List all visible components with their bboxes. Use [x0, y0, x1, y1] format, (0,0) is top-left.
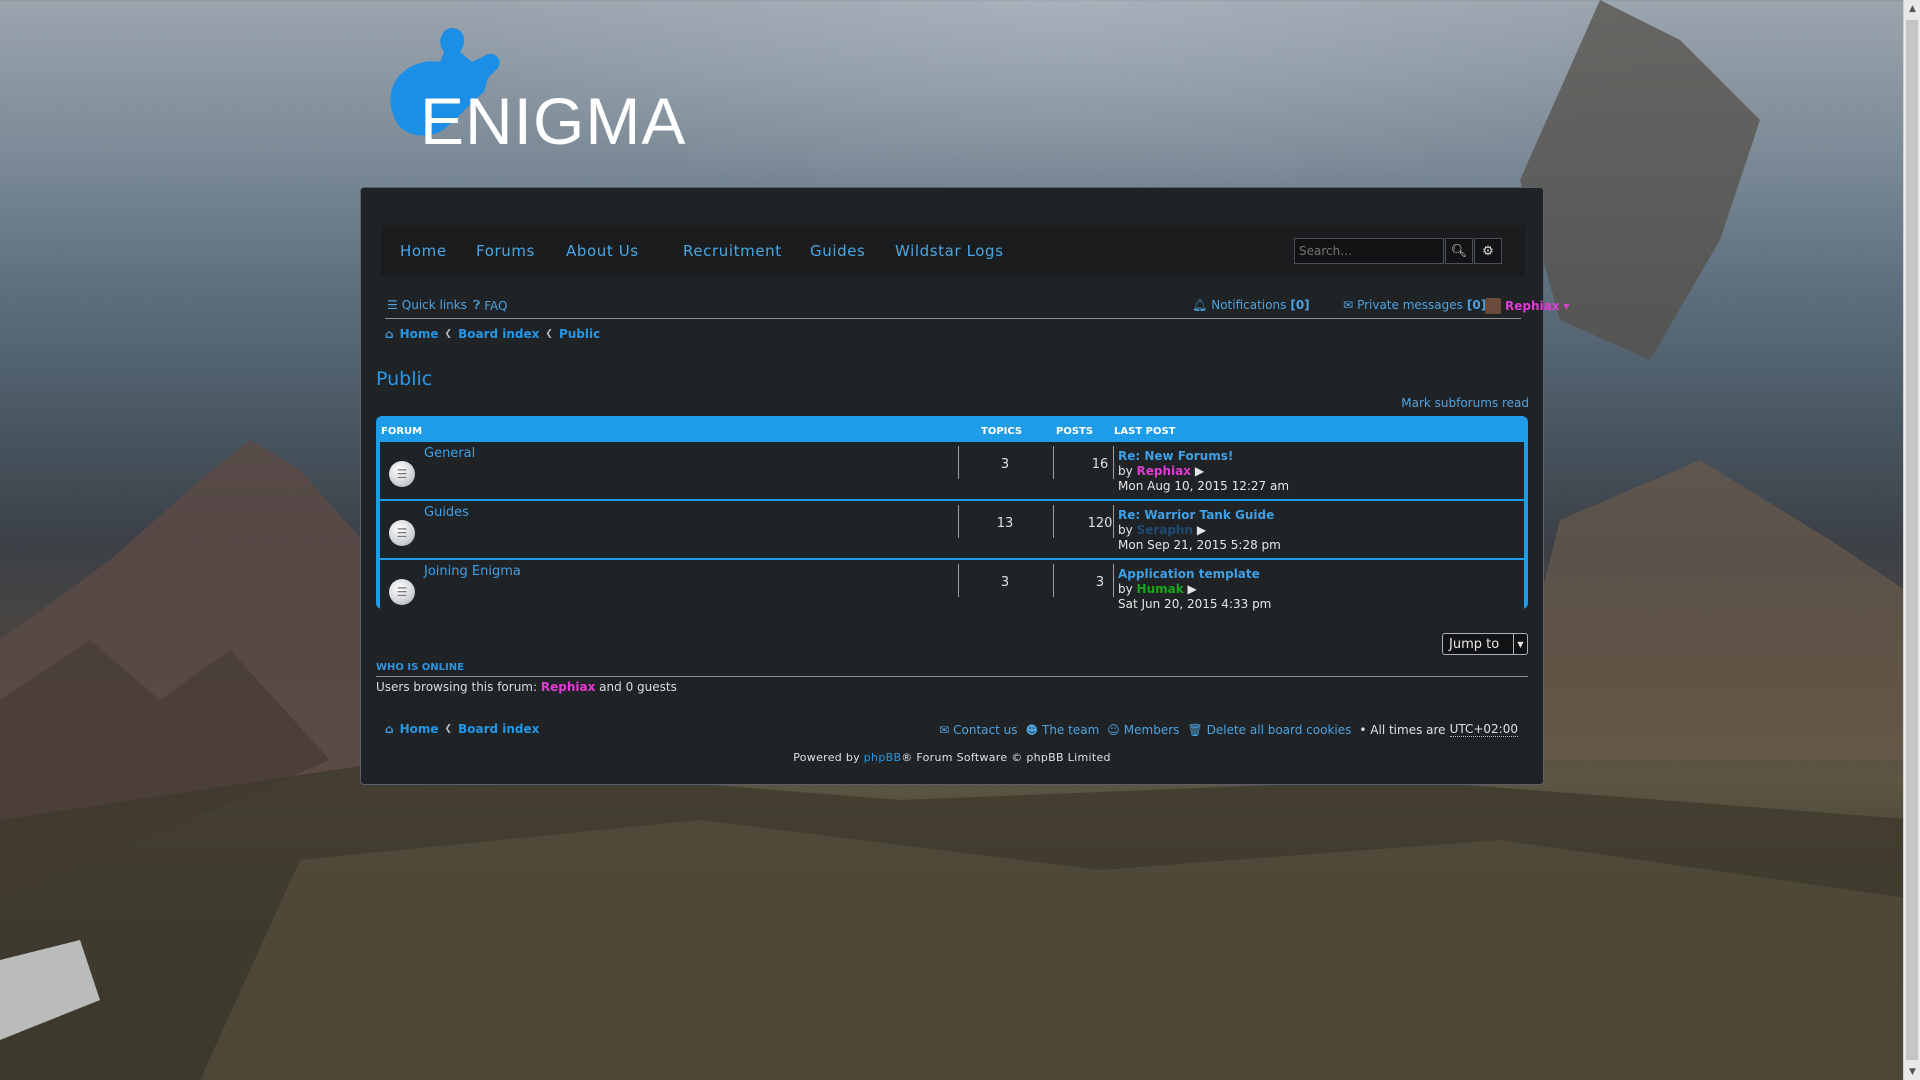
nav-forums[interactable]: Forums — [476, 242, 535, 260]
main-navbar: Home Forums About Us Recruitment Guides … — [381, 225, 1525, 277]
jump-to-dropdown[interactable]: Jump to ▼ — [1442, 633, 1528, 655]
faq-link[interactable]: ❓︎ FAQ — [473, 298, 507, 313]
timezone-label: • All times are — [1359, 722, 1446, 737]
notifications-link[interactable]: 🔔︎ Notifications [0] — [1192, 298, 1310, 312]
footer-breadcrumb-home[interactable]: Home — [400, 722, 439, 736]
search-box: 🔍︎ ⚙ — [1294, 238, 1502, 264]
nav-about-us[interactable]: About Us — [566, 242, 639, 260]
online-users-text: Users browsing this forum: Rephiax and 0… — [376, 680, 677, 694]
online-user-link[interactable]: Rephiax — [541, 680, 595, 694]
powered-by: Powered by phpBB® Forum Software © phpBB… — [793, 751, 1111, 764]
chevron-left-icon: ❮ — [545, 329, 553, 339]
envelope-icon: ✉ — [1343, 298, 1354, 312]
scroll-down-icon[interactable]: ▼ — [1904, 1063, 1920, 1080]
last-post-info: Re: New Forums! by Rephiax ▶ Mon Aug 10,… — [1118, 449, 1290, 493]
main-panel: Home Forums About Us Recruitment Guides … — [360, 187, 1570, 785]
forum-link-guides[interactable]: Guides — [424, 505, 469, 520]
last-post-date: Mon Sep 21, 2015 5:28 pm — [1118, 538, 1281, 552]
magnifier-icon: 🔍︎ — [1450, 243, 1468, 259]
last-post-author[interactable]: Rephiax — [1137, 464, 1191, 478]
members-icon: ☺ — [1107, 722, 1120, 737]
home-icon: ⌂ — [385, 327, 394, 341]
last-post-link[interactable]: Re: New Forums! — [1118, 449, 1233, 463]
search-button[interactable]: 🔍︎ — [1445, 238, 1473, 264]
nav-recruitment[interactable]: Recruitment — [683, 242, 782, 260]
hamburger-icon: ☰ — [387, 298, 398, 312]
home-icon: ⌂ — [385, 722, 394, 736]
header-last-post: LAST POST — [1114, 426, 1176, 437]
forum-link-general[interactable]: General — [424, 446, 475, 461]
last-post-link[interactable]: Re: Warrior Tank Guide — [1118, 508, 1274, 522]
gear-icon: ⚙ — [1482, 243, 1494, 259]
delete-cookies-link[interactable]: 🗑︎ Delete all board cookies — [1187, 723, 1351, 737]
header-posts: POSTS — [1056, 426, 1094, 437]
forum-row-guides: ☰ Guides 13 120 Re: Warrior Tank Guide b… — [380, 501, 1524, 560]
search-input[interactable] — [1294, 238, 1444, 264]
scrollbar-thumb[interactable] — [1906, 20, 1918, 1060]
topics-count: 13 — [996, 516, 1014, 531]
last-post-date: Mon Aug 10, 2015 12:27 am — [1118, 479, 1290, 493]
topics-count: 3 — [1000, 457, 1010, 472]
chevron-left-icon: ❮ — [444, 724, 453, 734]
mark-subforums-read-link[interactable]: Mark subforums read — [1401, 396, 1529, 410]
private-messages-link[interactable]: ✉ Private messages [0] — [1343, 298, 1486, 312]
forum-list-header: FORUM TOPICS POSTS LAST POST — [380, 416, 1524, 442]
topics-count: 3 — [1000, 575, 1010, 590]
team-icon: ☻ — [1025, 722, 1038, 737]
forum-row-general: ☰ General 3 16 Re: New Forums! by Rephia… — [380, 442, 1524, 501]
page-title[interactable]: Public — [376, 368, 432, 390]
bell-icon: 🔔︎ — [1192, 298, 1208, 312]
quick-links-menu[interactable]: ☰ Quick links — [387, 298, 467, 312]
nav-home[interactable]: Home — [400, 242, 447, 260]
contact-us-link[interactable]: ✉ Contact us — [939, 723, 1017, 737]
footer-links: ✉ Contact us ☻ The team ☺ Members 🗑︎ Del… — [939, 722, 1518, 737]
forum-link-joining-enigma[interactable]: Joining Enigma — [424, 564, 521, 579]
view-latest-post-icon[interactable]: ▶ — [1197, 523, 1206, 537]
view-latest-post-icon[interactable]: ▶ — [1188, 582, 1197, 596]
chevron-down-icon: ▾ — [1563, 299, 1570, 313]
breadcrumb-board-index[interactable]: Board index — [458, 327, 539, 341]
user-toolbar: ☰ Quick links ❓︎ FAQ 🔔︎ Notifications [0… — [385, 295, 1570, 319]
last-post-info: Re: Warrior Tank Guide by Seraphn ▶ Mon … — [1118, 508, 1281, 552]
nav-guides[interactable]: Guides — [810, 242, 865, 260]
forum-read-icon: ☰ — [389, 579, 415, 605]
who-is-online-heading[interactable]: WHO IS ONLINE — [376, 662, 1528, 677]
avatar — [1485, 298, 1501, 314]
brand-name[interactable]: ENIGMA — [420, 88, 686, 154]
advanced-search-button[interactable]: ⚙ — [1474, 238, 1502, 264]
last-post-link[interactable]: Application template — [1118, 567, 1260, 581]
timezone-value: UTC+02:00 — [1449, 722, 1518, 737]
breadcrumb-public[interactable]: Public — [559, 327, 600, 341]
last-post-author[interactable]: Seraphn — [1137, 523, 1193, 537]
question-icon: ❓︎ — [473, 298, 481, 312]
last-post-date: Sat Jun 20, 2015 4:33 pm — [1118, 597, 1272, 611]
forum-read-icon: ☰ — [389, 520, 415, 546]
user-menu[interactable]: Rephiax ▾ — [1485, 298, 1570, 314]
footer-breadcrumb: ⌂ Home ❮ Board index — [385, 722, 539, 736]
the-team-link[interactable]: ☻ The team — [1025, 723, 1099, 737]
forum-read-icon: ☰ — [389, 461, 415, 487]
view-latest-post-icon[interactable]: ▶ — [1195, 464, 1204, 478]
forum-list: FORUM TOPICS POSTS LAST POST ☰ General 3… — [376, 416, 1528, 619]
page-scrollbar[interactable]: ▲ ▼ — [1903, 0, 1920, 1080]
members-link[interactable]: ☺ Members — [1107, 723, 1179, 737]
header-topics: TOPICS — [981, 426, 1023, 437]
breadcrumb-home[interactable]: Home — [400, 327, 439, 341]
scroll-up-icon[interactable]: ▲ — [1904, 0, 1920, 17]
envelope-icon: ✉ — [939, 722, 950, 737]
nav-wildstar-logs[interactable]: Wildstar Logs — [895, 242, 1004, 260]
phpbb-link[interactable]: phpBB — [864, 751, 902, 764]
breadcrumb: ⌂ Home ❮ Board index ❮ Public — [385, 327, 600, 341]
footer-breadcrumb-board-index[interactable]: Board index — [458, 722, 539, 736]
chevron-left-icon: ❮ — [444, 329, 453, 339]
chevron-down-icon: ▼ — [1513, 634, 1527, 654]
header-forum: FORUM — [381, 426, 423, 437]
forum-row-joining-enigma: ☰ Joining Enigma 3 3 Application templat… — [380, 560, 1524, 619]
trash-icon: 🗑︎ — [1187, 722, 1203, 737]
last-post-info: Application template by Humak ▶ Sat Jun … — [1118, 567, 1272, 611]
last-post-author[interactable]: Humak — [1137, 582, 1184, 596]
